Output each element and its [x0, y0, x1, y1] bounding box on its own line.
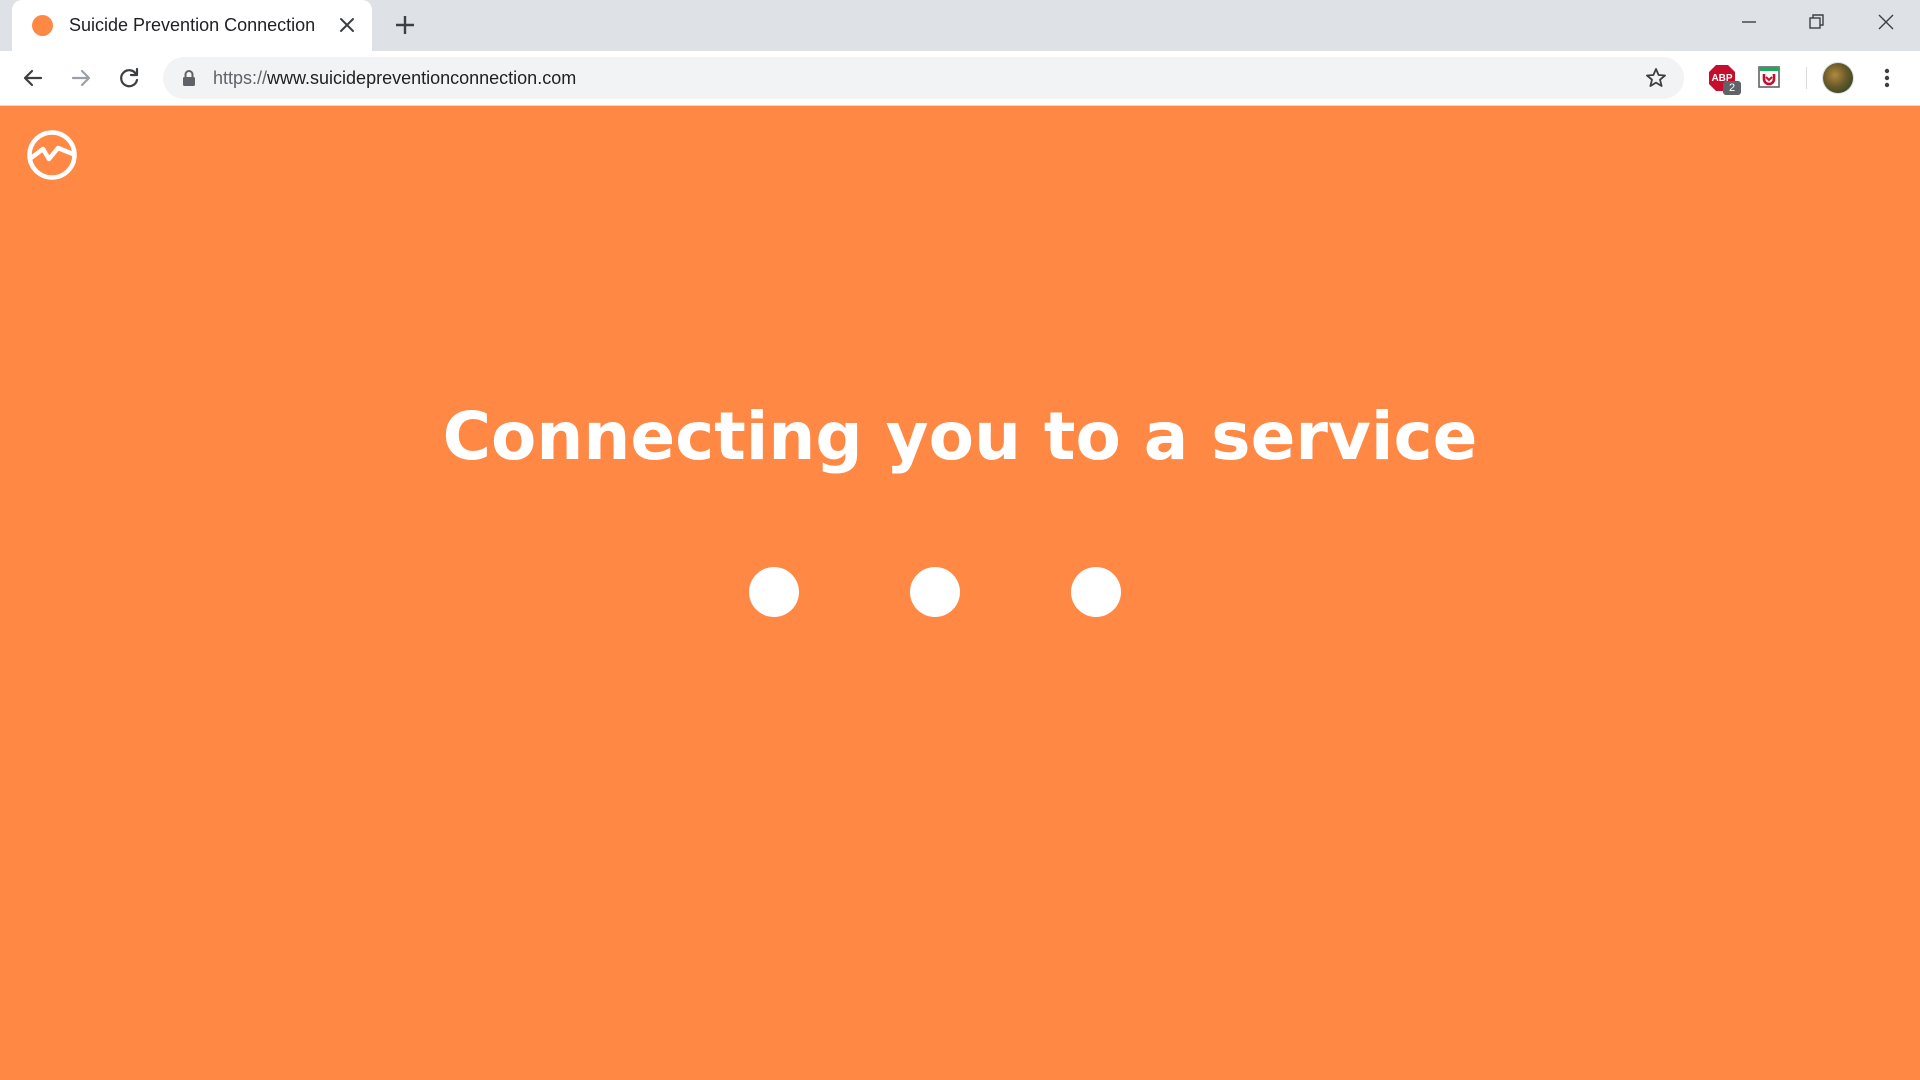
- url-host: www.suicidepreventionconnection.com: [267, 68, 577, 88]
- toolbar-separator: [1806, 67, 1807, 89]
- tab-strip: Suicide Prevention Connection: [0, 0, 1920, 51]
- browser-toolbar: https://www.suicidepreventionconnection.…: [0, 51, 1920, 106]
- new-tab-plus-icon[interactable]: [392, 12, 418, 38]
- back-arrow-icon[interactable]: [19, 64, 47, 92]
- adblock-plus-extension[interactable]: ABP 2: [1708, 64, 1741, 95]
- bookmark-star-icon[interactable]: [1644, 66, 1668, 90]
- forward-arrow-icon[interactable]: [67, 64, 95, 92]
- tab-active[interactable]: Suicide Prevention Connection: [12, 0, 372, 51]
- tab-title: Suicide Prevention Connection: [69, 15, 316, 35]
- reload-icon[interactable]: [115, 64, 143, 92]
- kebab-menu-icon[interactable]: [1875, 64, 1899, 92]
- browser-window: Suicide Prevention Connection https://ww…: [0, 0, 1920, 1080]
- close-icon[interactable]: [335, 13, 359, 37]
- minimize-icon[interactable]: [1734, 9, 1764, 35]
- close-window-icon[interactable]: [1871, 9, 1901, 35]
- profile-avatar[interactable]: [1823, 63, 1853, 93]
- restore-icon[interactable]: [1801, 9, 1831, 35]
- tab-favicon-icon: [32, 15, 53, 36]
- url-text[interactable]: https://www.suicidepreventionconnection.…: [213, 68, 576, 89]
- loading-dot: [910, 567, 960, 617]
- loading-dot: [1071, 567, 1121, 617]
- url-scheme: https://: [213, 68, 268, 88]
- address-bar[interactable]: https://www.suicidepreventionconnection.…: [163, 57, 1684, 99]
- lock-icon[interactable]: [181, 69, 197, 87]
- page-content: Connecting you to a service: [0, 106, 1920, 1080]
- loading-dot: [749, 567, 799, 617]
- adblock-badge-count: 2: [1723, 81, 1741, 95]
- save-to-pocket-extension-icon[interactable]: [1755, 64, 1783, 92]
- site-logo-heartbeat-icon[interactable]: [26, 129, 78, 181]
- page-heading: Connecting you to a service: [442, 398, 1478, 475]
